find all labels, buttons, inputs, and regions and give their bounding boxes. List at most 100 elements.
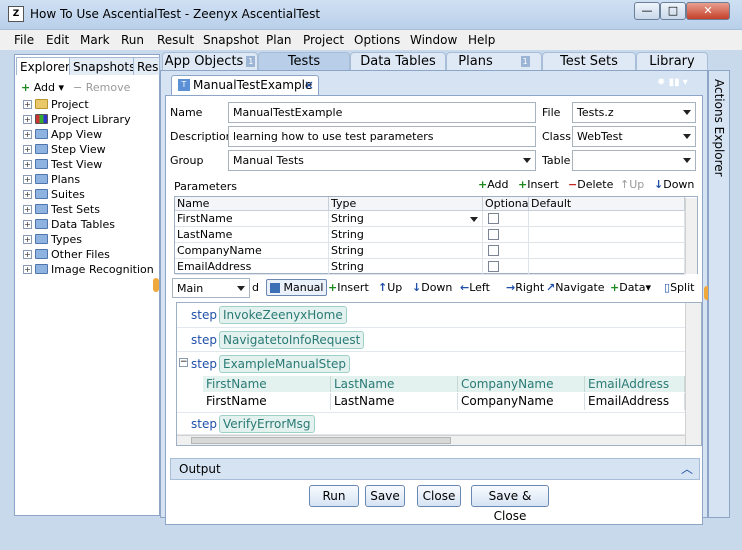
tab-library[interactable]: Library	[636, 52, 708, 70]
steps-vertical-scrollbar[interactable]	[685, 303, 701, 445]
tree-item-types[interactable]: + Types	[21, 232, 161, 247]
param-type-select[interactable]: String	[329, 211, 483, 227]
param-default-cell[interactable]	[529, 211, 685, 227]
optional-checkbox[interactable]	[488, 213, 499, 224]
step-navigate-button[interactable]: ↗Navigate	[546, 281, 605, 294]
param-type-cell[interactable]: String	[329, 259, 483, 275]
description-field[interactable]: learning how to use test parameters	[228, 126, 536, 147]
tree-item-plans[interactable]: + Plans	[21, 172, 161, 187]
column-header-type[interactable]: Type	[329, 197, 483, 211]
step-data-button[interactable]: +Data▾	[610, 281, 651, 294]
tab-explorer[interactable]: Explorer	[16, 57, 74, 75]
param-down-button[interactable]: ↓Down	[654, 178, 694, 191]
step-row[interactable]: step NavigatetoInfoRequest	[177, 328, 685, 352]
step-insert-button[interactable]: +Insert	[328, 281, 369, 294]
tab-tests[interactable]: Tests	[258, 52, 350, 70]
tree-item-project-library[interactable]: + Project Library	[21, 112, 161, 127]
tree-item-image-recognition[interactable]: + Image Recognition	[21, 262, 161, 277]
menu-window[interactable]: Window	[410, 33, 457, 47]
param-default-cell[interactable]	[529, 227, 685, 243]
left-splitter-handle[interactable]	[153, 278, 159, 292]
expand-icon[interactable]: +	[23, 190, 32, 199]
menu-file[interactable]: File	[14, 33, 34, 47]
step-row[interactable]: − step ExampleManualStep FirstName LastN…	[177, 352, 685, 413]
run-button[interactable]: Run	[309, 485, 359, 507]
param-name-cell[interactable]: EmailAddress	[175, 259, 329, 275]
step-left-button[interactable]: ←Left	[460, 281, 490, 294]
expand-icon[interactable]: +	[23, 115, 32, 124]
data-column-header[interactable]: CompanyName	[458, 376, 585, 392]
step-row[interactable]: step VerifyErrorMsg	[177, 413, 685, 435]
table-select[interactable]	[572, 150, 696, 171]
param-name-cell[interactable]: FirstName	[175, 211, 329, 227]
param-add-button[interactable]: +Add	[478, 178, 509, 191]
output-panel-header[interactable]: Output ︿	[170, 458, 700, 480]
step-up-button[interactable]: ↑Up	[378, 281, 402, 294]
save-and-close-button[interactable]: Save & Close	[471, 485, 549, 523]
column-header-name[interactable]: Name	[175, 197, 329, 211]
optional-checkbox[interactable]	[488, 229, 499, 240]
explorer-add-button[interactable]: + Add ▾	[21, 81, 64, 94]
layout-icon[interactable]: ▮▮	[669, 77, 680, 88]
menu-plan[interactable]: Plan	[266, 33, 292, 47]
param-up-button[interactable]: ↑Up	[620, 178, 644, 191]
param-name-cell[interactable]: LastName	[175, 227, 329, 243]
menu-edit[interactable]: Edit	[46, 33, 69, 47]
expand-icon[interactable]: +	[23, 220, 32, 229]
tree-item-other-files[interactable]: + Other Files	[21, 247, 161, 262]
data-column-header[interactable]: FirstName	[203, 376, 331, 392]
collapse-icon[interactable]: −	[179, 358, 188, 367]
step-row[interactable]: step InvokeZeenyxHome	[177, 303, 685, 328]
menu-mark[interactable]: Mark	[80, 33, 110, 47]
menu-help[interactable]: Help	[468, 33, 495, 47]
expand-icon[interactable]: +	[23, 175, 32, 184]
menu-run[interactable]: Run	[121, 33, 144, 47]
column-header-optional[interactable]: Optional	[483, 197, 532, 211]
tab-data-tables[interactable]: Data Tables	[350, 52, 446, 70]
gear-icon[interactable]: ✸	[657, 77, 665, 88]
tree-item-suites[interactable]: + Suites	[21, 187, 161, 202]
group-select[interactable]: Manual Tests	[228, 150, 536, 171]
save-button[interactable]: Save	[365, 485, 405, 507]
param-delete-button[interactable]: −Delete	[568, 178, 613, 191]
expand-icon[interactable]: +	[23, 145, 32, 154]
close-window-button[interactable]: ✕	[686, 2, 730, 20]
scrollbar-thumb[interactable]	[191, 437, 451, 444]
step-name[interactable]: VerifyErrorMsg	[219, 415, 315, 433]
step-down-button[interactable]: ↓Down	[412, 281, 452, 294]
data-cell[interactable]: LastName	[331, 393, 458, 410]
data-cell[interactable]: CompanyName	[458, 393, 585, 410]
doc-tab-manual-test-example[interactable]: T ManualTestExample ×	[171, 75, 319, 95]
chevron-up-icon[interactable]: ︿	[681, 459, 693, 479]
data-column-header[interactable]: EmailAddress	[585, 376, 685, 392]
param-type-cell[interactable]: String	[329, 243, 483, 259]
step-name[interactable]: InvokeZeenyxHome	[219, 306, 347, 324]
name-field[interactable]: ManualTestExample	[228, 102, 536, 123]
minimize-button[interactable]: —	[634, 2, 660, 20]
step-name[interactable]: NavigatetoInfoRequest	[219, 331, 365, 349]
context-select[interactable]: Main	[172, 278, 250, 298]
optional-checkbox[interactable]	[488, 245, 499, 256]
step-split-button[interactable]: ▯Split	[664, 281, 694, 294]
column-header-default[interactable]: Default	[529, 197, 685, 211]
data-cell[interactable]: FirstName	[203, 393, 331, 410]
param-default-cell[interactable]	[529, 243, 685, 259]
tab-app-objects[interactable]: App Objects 1	[162, 52, 258, 70]
tab-plans[interactable]: Plans 1	[446, 52, 542, 70]
menu-project[interactable]: Project	[303, 33, 344, 47]
param-type-cell[interactable]: String	[329, 227, 483, 243]
close-tab-icon[interactable]: ×	[304, 76, 314, 94]
data-cell[interactable]: EmailAddress	[585, 393, 685, 410]
tree-item-project[interactable]: + Project	[21, 97, 161, 112]
expand-icon[interactable]: +	[23, 130, 32, 139]
tab-test-sets[interactable]: Test Sets	[542, 52, 636, 70]
expand-icon[interactable]: +	[23, 235, 32, 244]
expand-icon[interactable]: +	[23, 160, 32, 169]
maximize-button[interactable]: □	[660, 2, 686, 20]
tab-results[interactable]: Res	[133, 57, 160, 75]
param-insert-button[interactable]: +Insert	[518, 178, 559, 191]
explorer-remove-button[interactable]: − Remove	[73, 81, 130, 94]
expand-icon[interactable]: +	[23, 250, 32, 259]
optional-checkbox[interactable]	[488, 261, 499, 272]
tab-snapshots[interactable]: Snapshots	[69, 57, 140, 75]
